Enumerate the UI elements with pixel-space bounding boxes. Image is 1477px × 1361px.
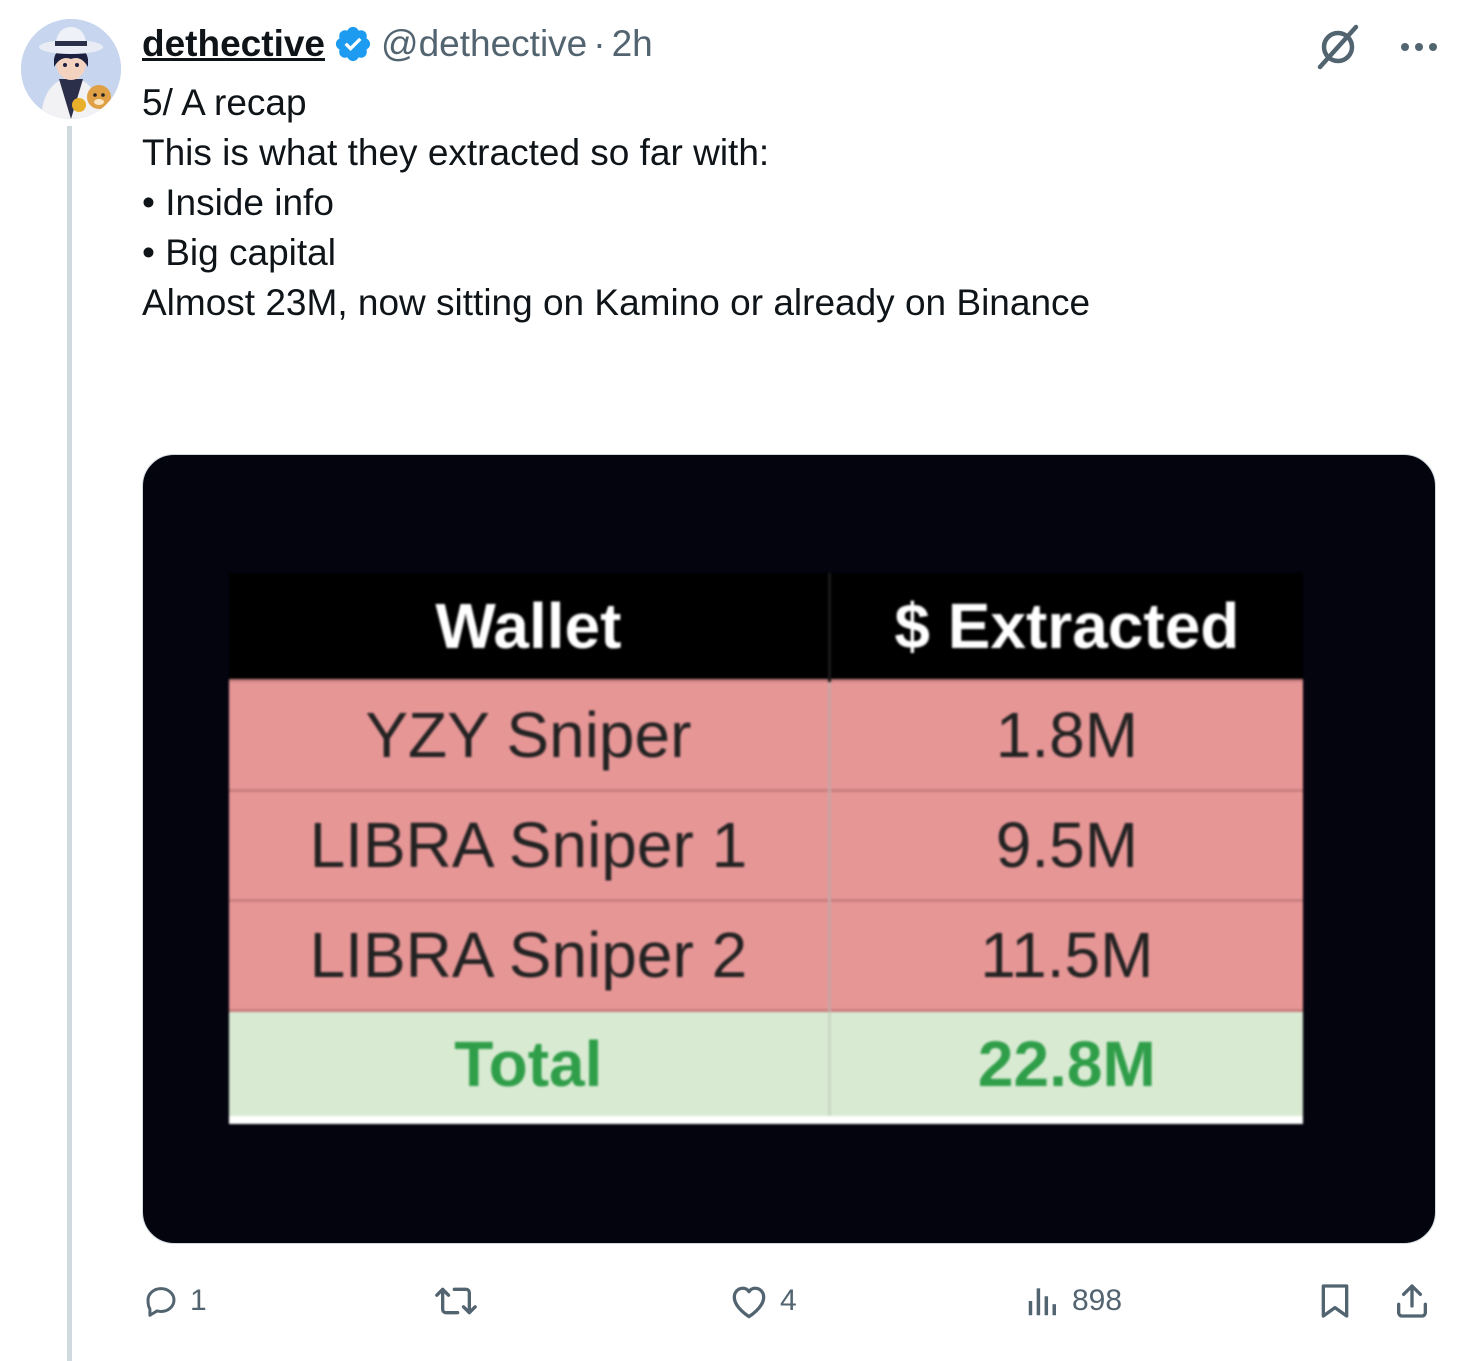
table-total-row: Total 22.8M [229, 1008, 1303, 1124]
repost-button[interactable] [432, 1276, 490, 1326]
table-cell: LIBRA Sniper 1 [229, 788, 831, 900]
reply-count: 1 [190, 1284, 207, 1317]
tweet-line: • Inside info [142, 182, 334, 223]
tweet-line: • Big capital [142, 232, 336, 273]
like-button[interactable]: 4 [728, 1276, 797, 1326]
table-cell: 1.8M [829, 678, 1303, 790]
tweet-line: This is what they extracted so far with: [142, 132, 770, 173]
extracted-table: Wallet $ Extracted YZY Sniper 1.8M LIBRA… [229, 573, 1303, 1124]
table-cell: 11.5M [829, 898, 1303, 1010]
verified-badge-icon[interactable] [333, 24, 373, 64]
views-button[interactable]: 898 [1024, 1276, 1122, 1326]
views-icon [1028, 1288, 1056, 1316]
bookmark-icon [1321, 1284, 1349, 1318]
grok-icon[interactable] [1313, 22, 1363, 72]
tweet-text: 5/ A recap This is what they extracted s… [142, 78, 1437, 328]
author-display-name[interactable]: dethective [142, 23, 325, 65]
share-button[interactable] [1392, 1276, 1432, 1326]
table-row: LIBRA Sniper 2 11.5M [229, 898, 1303, 1010]
like-icon [732, 1286, 766, 1319]
avatar-image [21, 19, 121, 119]
table-header-cell: Wallet [229, 573, 831, 680]
avatar[interactable] [21, 19, 121, 119]
tweet-line: 5/ A recap [142, 82, 307, 123]
top-actions [1313, 22, 1439, 72]
header-separator: · [593, 23, 606, 64]
tweet-media-image[interactable]: Wallet $ Extracted YZY Sniper 1.8M LIBRA… [142, 454, 1436, 1244]
tweet-header: dethective @dethective · 2h [142, 20, 653, 68]
author-handle[interactable]: @dethective [381, 23, 587, 65]
reply-button[interactable]: 1 [142, 1276, 207, 1326]
more-icon[interactable] [1399, 41, 1439, 53]
table-row: LIBRA Sniper 1 9.5M [229, 788, 1303, 900]
table-total-label: Total [229, 1008, 831, 1124]
table-cell: LIBRA Sniper 2 [229, 898, 831, 1010]
views-count: 898 [1072, 1284, 1123, 1317]
table-header-cell: $ Extracted [829, 573, 1303, 680]
bookmark-button[interactable] [1315, 1276, 1355, 1326]
table-total-value: 22.8M [829, 1008, 1303, 1124]
table-cell: 9.5M [829, 788, 1303, 900]
thread-line [67, 126, 72, 1361]
table-cell: YZY Sniper [229, 678, 831, 790]
reply-icon [146, 1287, 176, 1317]
action-bar: 1 4 898 [142, 1276, 1437, 1326]
repost-icon [435, 1287, 477, 1315]
share-icon [1397, 1284, 1427, 1318]
table-row: YZY Sniper 1.8M [229, 678, 1303, 790]
post-time[interactable]: 2h [612, 23, 653, 65]
table-header-row: Wallet $ Extracted [229, 573, 1303, 680]
tweet-line: Almost 23M, now sitting on Kamino or alr… [142, 282, 1091, 323]
like-count: 4 [780, 1284, 797, 1317]
